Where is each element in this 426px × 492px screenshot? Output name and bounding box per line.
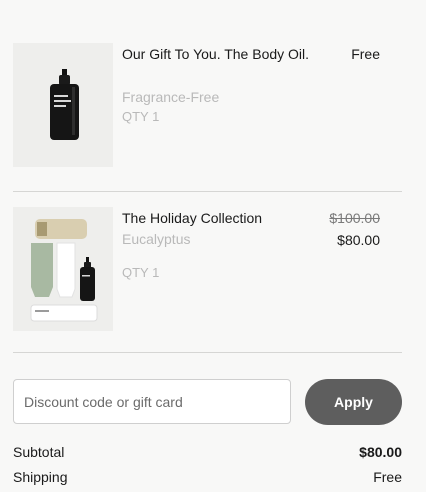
body-oil-bottle-icon: [50, 69, 79, 140]
item-original-price-holiday-collection: $100.00: [329, 210, 380, 226]
subtotal-value: $80.00: [359, 444, 402, 460]
item-quantity-holiday-collection: QTY 1: [122, 265, 160, 280]
checkout-order-summary: Our Gift To You. The Body Oil. Fragrance…: [0, 0, 426, 492]
shipping-value: Free: [373, 469, 402, 485]
apply-discount-button[interactable]: Apply: [305, 379, 402, 425]
subtotal-label: Subtotal: [13, 444, 65, 460]
item-price-body-oil: Free: [351, 46, 380, 62]
shipping-label: Shipping: [13, 469, 68, 485]
discount-code-input[interactable]: [13, 379, 291, 424]
subtotal-row: Subtotal $80.00: [13, 442, 402, 462]
line-item-holiday-collection: The Holiday Collection Eucalyptus QTY 1 …: [13, 207, 402, 331]
item-quantity-body-oil: QTY 1: [122, 109, 160, 124]
item-variant-body-oil: Fragrance-Free: [122, 89, 220, 105]
holiday-collection-products-icon: [30, 219, 98, 322]
product-image-holiday-collection: [13, 207, 113, 331]
item-name-body-oil: Our Gift To You. The Body Oil.: [122, 46, 310, 62]
line-item-body-oil: Our Gift To You. The Body Oil. Fragrance…: [13, 43, 402, 167]
item-price-holiday-collection: $80.00: [337, 232, 380, 248]
shipping-row: Shipping Free: [13, 467, 402, 487]
line-item-divider: [13, 352, 402, 353]
item-name-holiday-collection: The Holiday Collection: [122, 210, 263, 226]
item-variant-holiday-collection: Eucalyptus: [122, 231, 191, 247]
line-item-divider: [13, 191, 402, 192]
product-image-body-oil: [13, 43, 113, 167]
